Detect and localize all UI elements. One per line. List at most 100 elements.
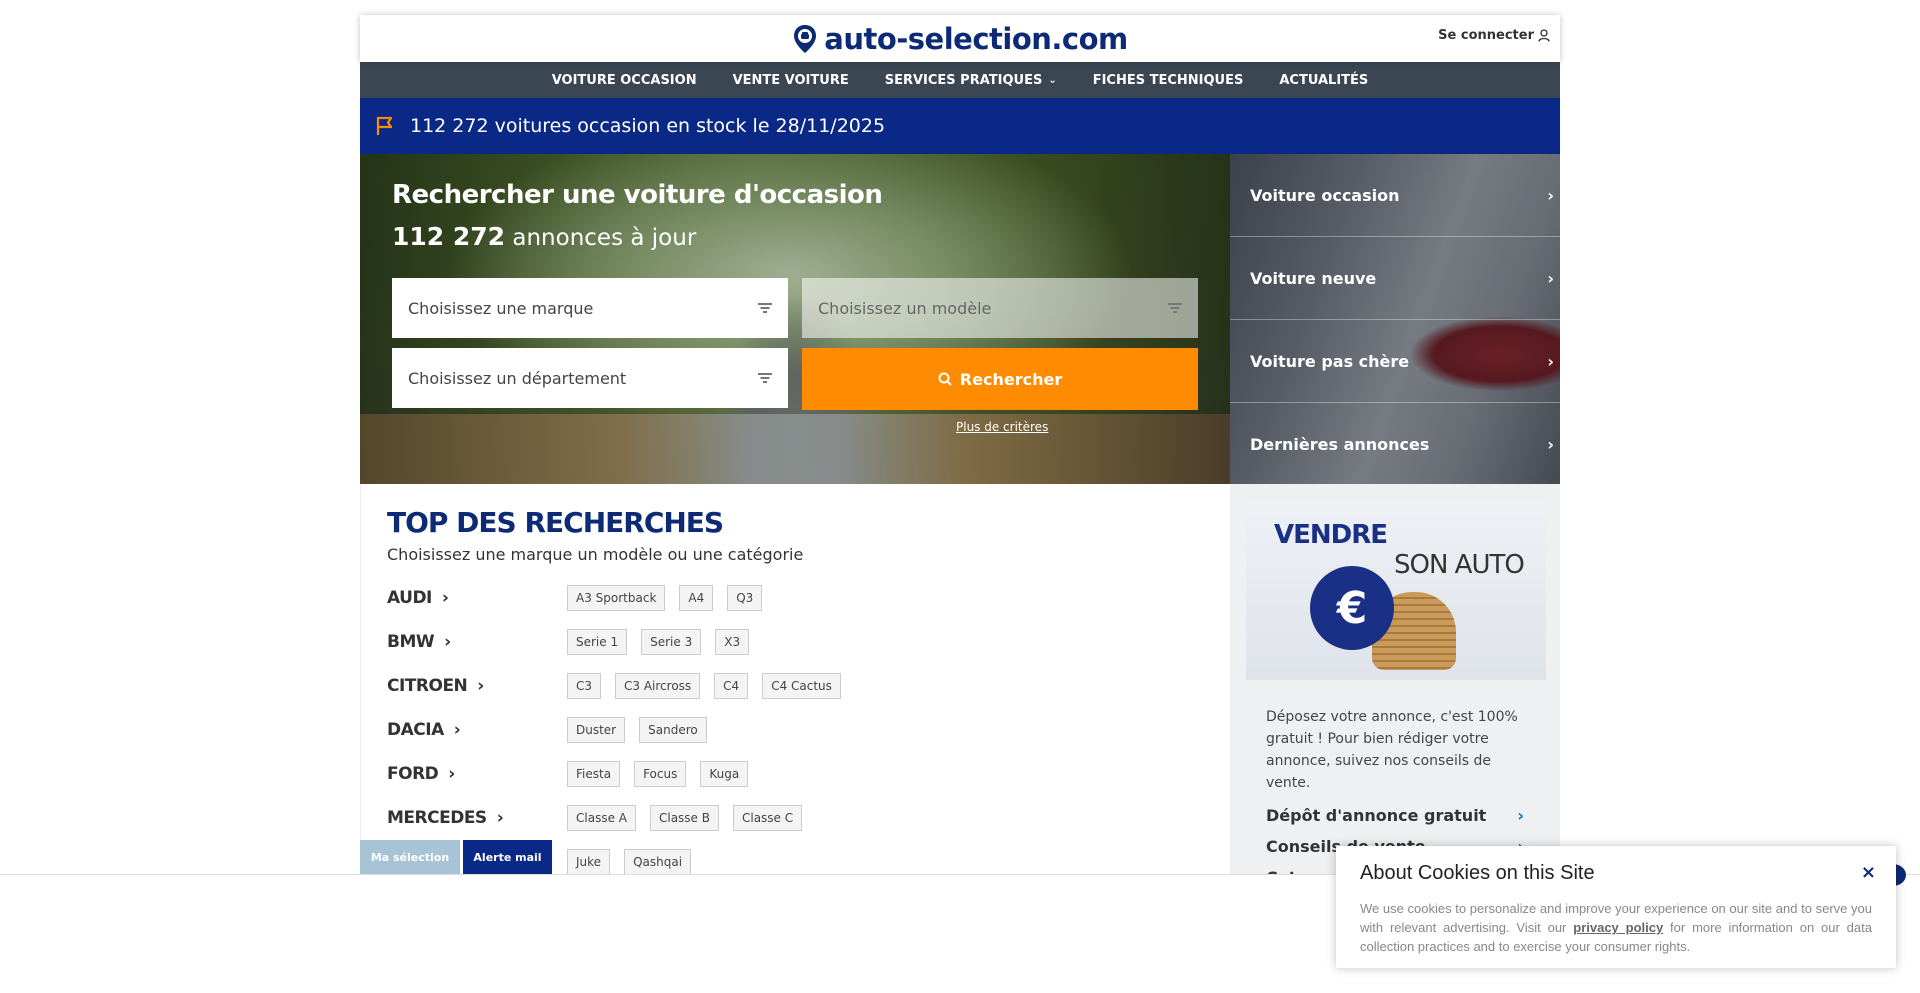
euro-icon: €: [1310, 566, 1394, 650]
side-link-voiture-neuve[interactable]: Voiture neuve ›: [1230, 237, 1560, 320]
close-icon[interactable]: ×: [1861, 862, 1876, 883]
hero-title: Rechercher une voiture d'occasion: [392, 180, 883, 210]
side-link-voiture-occasion[interactable]: Voiture occasion ›: [1230, 154, 1560, 237]
lower-section: TOP DES RECHERCHES Choisissez une marque…: [360, 484, 1560, 887]
chevron-right-icon: ›: [444, 632, 451, 652]
model-chip[interactable]: A3 Sportback: [567, 585, 666, 611]
model-chip[interactable]: X3: [715, 629, 750, 655]
brand-select-placeholder: Choisissez une marque: [408, 298, 594, 318]
brand-name: FORD: [387, 764, 439, 784]
side-link-label: Voiture pas chère: [1250, 351, 1410, 371]
model-chip[interactable]: Qashqai: [624, 849, 692, 875]
hero-search-panel: Rechercher une voiture d'occasion 112 27…: [360, 154, 1230, 484]
sell-car-banner[interactable]: VENDRE SON AUTO €: [1246, 500, 1546, 680]
sell-link-label: Dépôt d'annonce gratuit: [1266, 806, 1487, 825]
logo-text: auto-selection.com: [824, 21, 1128, 56]
model-chip[interactable]: Classe B: [649, 805, 719, 831]
model-select[interactable]: Choisissez un modèle: [802, 278, 1198, 338]
stock-banner: 112 272 voitures occasion en stock le 28…: [360, 98, 1560, 154]
nav-voiture-occasion[interactable]: VOITURE OCCASION: [552, 73, 697, 88]
brand-name: AUDI: [387, 588, 432, 608]
model-chip[interactable]: Q3: [727, 585, 763, 611]
hero-side-links: Voiture occasion › Voiture neuve › Voiture…: [1230, 154, 1560, 484]
mail-alert-button[interactable]: Alerte mail: [463, 840, 552, 874]
side-link-label: Voiture neuve: [1250, 268, 1377, 288]
model-chip[interactable]: Classe C: [732, 805, 803, 831]
side-link-voiture-pas-chere[interactable]: Voiture pas chère ›: [1230, 320, 1560, 403]
my-selection-button[interactable]: Ma sélection: [360, 840, 460, 874]
chevron-right-icon: ›: [1547, 268, 1554, 288]
privacy-policy-link[interactable]: privacy policy: [1573, 920, 1663, 935]
model-chip[interactable]: Focus: [634, 761, 687, 787]
chevron-right-icon: ›: [448, 764, 455, 784]
side-link-label: Dernières annonces: [1250, 435, 1430, 454]
model-chip[interactable]: A4: [679, 585, 714, 611]
brand-row: CITROEN › C3 C3 Aircross C4 C4 Cactus: [387, 664, 1204, 708]
model-chip[interactable]: C4: [714, 673, 749, 699]
nav-label: SERVICES PRATIQUES: [884, 72, 1043, 88]
stock-count-text: 112 272 voitures occasion en stock le 28…: [410, 115, 886, 137]
brand-link[interactable]: BMW ›: [387, 632, 567, 652]
search-button[interactable]: Rechercher: [802, 348, 1198, 410]
login-link[interactable]: Se connecter: [1438, 28, 1550, 43]
hero-heading: Rechercher une voiture d'occasion 112 27…: [392, 180, 883, 251]
listing-count: 112 272: [392, 222, 506, 251]
sell-description: Déposez votre annonce, c'est 100% gratui…: [1266, 709, 1518, 791]
more-criteria-link[interactable]: Plus de critères: [956, 420, 1048, 434]
login-label: Se connecter: [1438, 28, 1534, 43]
side-link-dernieres-annonces[interactable]: Dernières annonces ›: [1230, 403, 1560, 484]
model-chip[interactable]: Serie 3: [641, 629, 702, 655]
brand-link[interactable]: AUDI ›: [387, 588, 567, 608]
chevron-right-icon: ›: [1547, 351, 1554, 371]
brand-link[interactable]: DACIA ›: [387, 720, 567, 740]
model-chip[interactable]: Fiesta: [567, 761, 621, 787]
model-chip[interactable]: Classe A: [567, 805, 636, 831]
brand-name: CITROEN: [387, 676, 468, 696]
nav-actualites[interactable]: ACTUALITÉS: [1279, 73, 1368, 88]
chevron-right-icon: ›: [453, 720, 461, 740]
site-logo[interactable]: auto-selection.com: [792, 22, 1128, 56]
main-nav: VOITURE OCCASION VENTE VOITURE SERVICES …: [360, 62, 1560, 98]
sell-banner-title: VENDRE: [1274, 520, 1388, 550]
chevron-right-icon: ›: [1547, 435, 1554, 454]
model-chip[interactable]: Duster: [567, 717, 626, 743]
model-chip[interactable]: C4 Cactus: [762, 673, 841, 699]
chevron-right-icon: ›: [1547, 185, 1554, 205]
brand-select[interactable]: Choisissez une marque: [392, 278, 788, 338]
chevron-down-icon: ⌄: [1048, 74, 1057, 86]
brand-link[interactable]: CITROEN ›: [387, 676, 567, 696]
model-chip[interactable]: Juke: [567, 849, 611, 875]
brand-link[interactable]: MERCEDES ›: [387, 808, 567, 828]
nav-fiches-techniques[interactable]: FICHES TECHNIQUES: [1093, 73, 1244, 88]
nav-services-pratiques[interactable]: SERVICES PRATIQUES ⌄: [885, 73, 1057, 88]
department-select[interactable]: Choisissez un département: [392, 348, 788, 408]
side-link-label: Voiture occasion: [1250, 185, 1400, 205]
nav-label: VENTE VOITURE: [732, 72, 849, 88]
listing-count-suffix: annonces à jour: [505, 225, 697, 251]
model-chip[interactable]: Serie 1: [567, 629, 628, 655]
nav-vente-voiture[interactable]: VENTE VOITURE: [733, 73, 849, 88]
model-chip[interactable]: C3 Aircross: [615, 673, 701, 699]
sell-panel: VENDRE SON AUTO € Déposez votre annonce,…: [1230, 484, 1560, 887]
sell-link-depot[interactable]: Dépôt d'annonce gratuit ›: [1266, 800, 1524, 831]
location-pin-icon: [794, 24, 817, 53]
model-chip[interactable]: Sandero: [639, 717, 707, 743]
filter-icon: [1168, 303, 1182, 313]
brand-name: MERCEDES: [387, 808, 487, 828]
model-chip[interactable]: Kuga: [700, 761, 749, 787]
brand-list: AUDI › A3 Sportback A4 Q3 BMW › Serie 1 Serie 3 X…: [387, 576, 1204, 884]
brand-row: MERCEDES › Classe A Classe B Classe C: [387, 796, 1204, 840]
chevron-right-icon: ›: [441, 588, 449, 608]
brand-name: BMW: [387, 632, 435, 652]
sell-banner-subtitle: SON AUTO: [1394, 550, 1525, 580]
top-searches: TOP DES RECHERCHES Choisissez une marque…: [360, 484, 1230, 875]
filter-icon: [758, 373, 772, 383]
brand-link[interactable]: FORD ›: [387, 764, 567, 784]
cookie-banner: About Cookies on this Site × We use cook…: [1336, 846, 1896, 968]
model-chip[interactable]: C3: [567, 673, 602, 699]
brand-row: AUDI › A3 Sportback A4 Q3: [387, 576, 1204, 620]
chevron-right-icon: ›: [1517, 806, 1524, 825]
nav-label: ACTUALITÉS: [1279, 72, 1369, 88]
cookie-text: We use cookies to personalize and improv…: [1360, 899, 1872, 956]
search-button-label: Rechercher: [959, 369, 1063, 389]
